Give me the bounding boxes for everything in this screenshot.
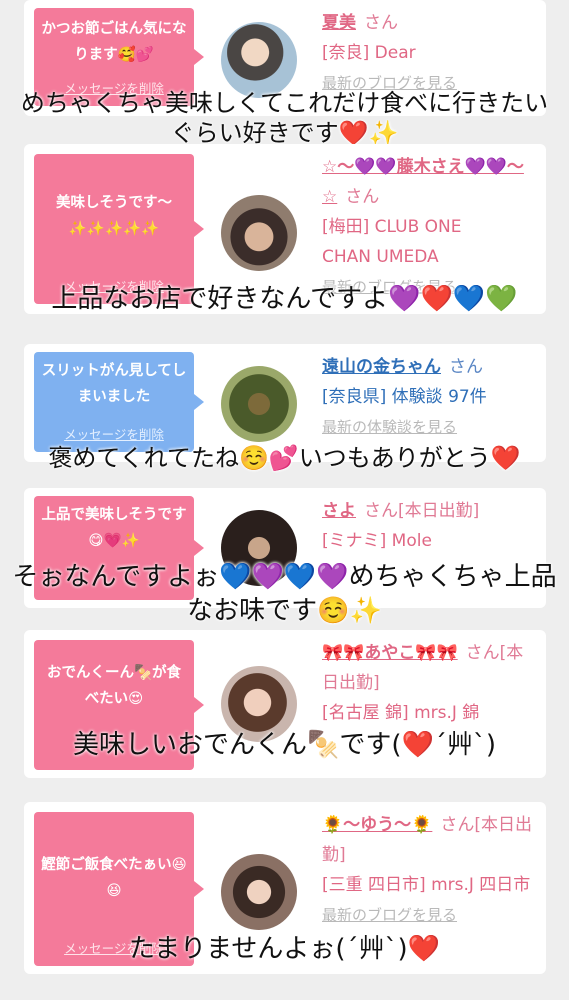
message-text: 鰹節ご飯食べたぁい😆😆 <box>41 857 187 899</box>
profile-info: ☆〜💜💜藤木さえ💜💜〜☆ さん [梅田] CLUB ONE CHAN UMEDA … <box>322 152 538 302</box>
avatar[interactable] <box>221 366 297 442</box>
profile-detail: [梅田] CLUB ONE <box>322 217 462 237</box>
caption-overlay: めちゃくちゃ美味しくてこれだけ食べに行きたいぐらい好きです❤️✨ <box>0 88 569 148</box>
profile-name[interactable]: 遠山の金ちゃん <box>322 357 441 377</box>
caption-overlay: 褒めてくれてたね☺️💕いつもありがとう❤️ <box>0 443 569 473</box>
caption-text: 褒めてくれてたね☺️💕いつもありがとう❤️ <box>48 444 521 472</box>
profile-info: 🌻〜ゆう〜🌻 さん[本日出勤] [三重 四日市] mrs.J 四日市 最新のブログ… <box>322 810 538 930</box>
message-bubble: スリットがん見してしまいました メッセージを削除 <box>34 352 204 452</box>
message-text: 上品で美味しそうです😋💗✨ <box>41 507 187 549</box>
profile-suffix: さん[本日出勤] <box>364 501 480 521</box>
caption-overlay: そぉなんですよぉ💙💜💙💜めちゃくちゃ上品なお味です☺️✨ <box>0 560 569 628</box>
message-text: スリットがん見してしまいました <box>41 363 187 405</box>
profile-info: さよ さん[本日出勤] [ミナミ] Mole <box>322 496 538 556</box>
profile-info: 遠山の金ちゃん さん [奈良県] 体験談 97件 最新の体験談を見る <box>322 352 538 442</box>
profile-suffix: さん <box>345 187 380 207</box>
profile-name[interactable]: 夏美 <box>322 13 356 33</box>
profile-detail: [ミナミ] Mole <box>322 531 432 551</box>
profile-detail: CHAN UMEDA <box>322 247 439 267</box>
profile-name[interactable]: さよ <box>322 501 356 521</box>
avatar[interactable] <box>221 195 297 271</box>
profile-suffix: さん <box>449 357 483 377</box>
latest-blog-link[interactable]: 最新のブログを見る <box>322 900 538 930</box>
profile-name[interactable]: 🌻〜ゆう〜🌻 <box>322 815 432 835</box>
latest-review-link[interactable]: 最新の体験談を見る <box>322 412 538 442</box>
caption-text: たまりませんよぉ(´艸`)❤️ <box>128 934 441 964</box>
profile-detail: [三重 四日市] mrs.J 四日市 <box>322 875 531 895</box>
caption-text: 美味しいおでんくん🍢です(❤️´艸`) <box>72 730 497 760</box>
caption-text: そぉなんですよぉ💙💜💙💜めちゃくちゃ上品なお味です☺️✨ <box>12 562 557 626</box>
message-bubble: 美味しそうです〜✨✨✨✨✨ メッセージを削除 <box>34 154 204 304</box>
profile-info: 夏美 さん [奈良] Dear 最新のブログを見る <box>322 8 538 98</box>
caption-overlay: 美味しいおでんくん🍢です(❤️´艸`) <box>0 730 569 760</box>
profile-detail: [奈良県] 体験談 97件 <box>322 387 487 407</box>
caption-overlay: 上品なお店で好きなんですよ💜❤️💙💚 <box>0 284 569 314</box>
profile-detail: [奈良] Dear <box>322 43 416 63</box>
profile-name[interactable]: 🎀🎀あやこ🎀🎀 <box>322 643 458 663</box>
caption-text: 上品なお店で好きなんですよ💜❤️💙💚 <box>51 284 518 314</box>
profile-detail: [名古屋 錦] mrs.J 錦 <box>322 703 480 723</box>
caption-overlay: たまりませんよぉ(´艸`)❤️ <box>0 934 569 964</box>
avatar[interactable] <box>221 854 297 930</box>
message-text: おでんくーん🍢が食べたい😍 <box>46 665 182 707</box>
profile-info: 🎀🎀あやこ🎀🎀 さん[本日出勤] [名古屋 錦] mrs.J 錦 <box>322 638 538 728</box>
caption-text: めちゃくちゃ美味しくてこれだけ食べに行きたいぐらい好きです❤️✨ <box>20 89 549 147</box>
avatar[interactable] <box>221 22 297 98</box>
message-text: 美味しそうです〜✨✨✨✨✨ <box>56 195 172 237</box>
profile-suffix: さん <box>364 13 398 33</box>
message-text: かつお節ごはん気になります🥰💕 <box>41 21 187 63</box>
